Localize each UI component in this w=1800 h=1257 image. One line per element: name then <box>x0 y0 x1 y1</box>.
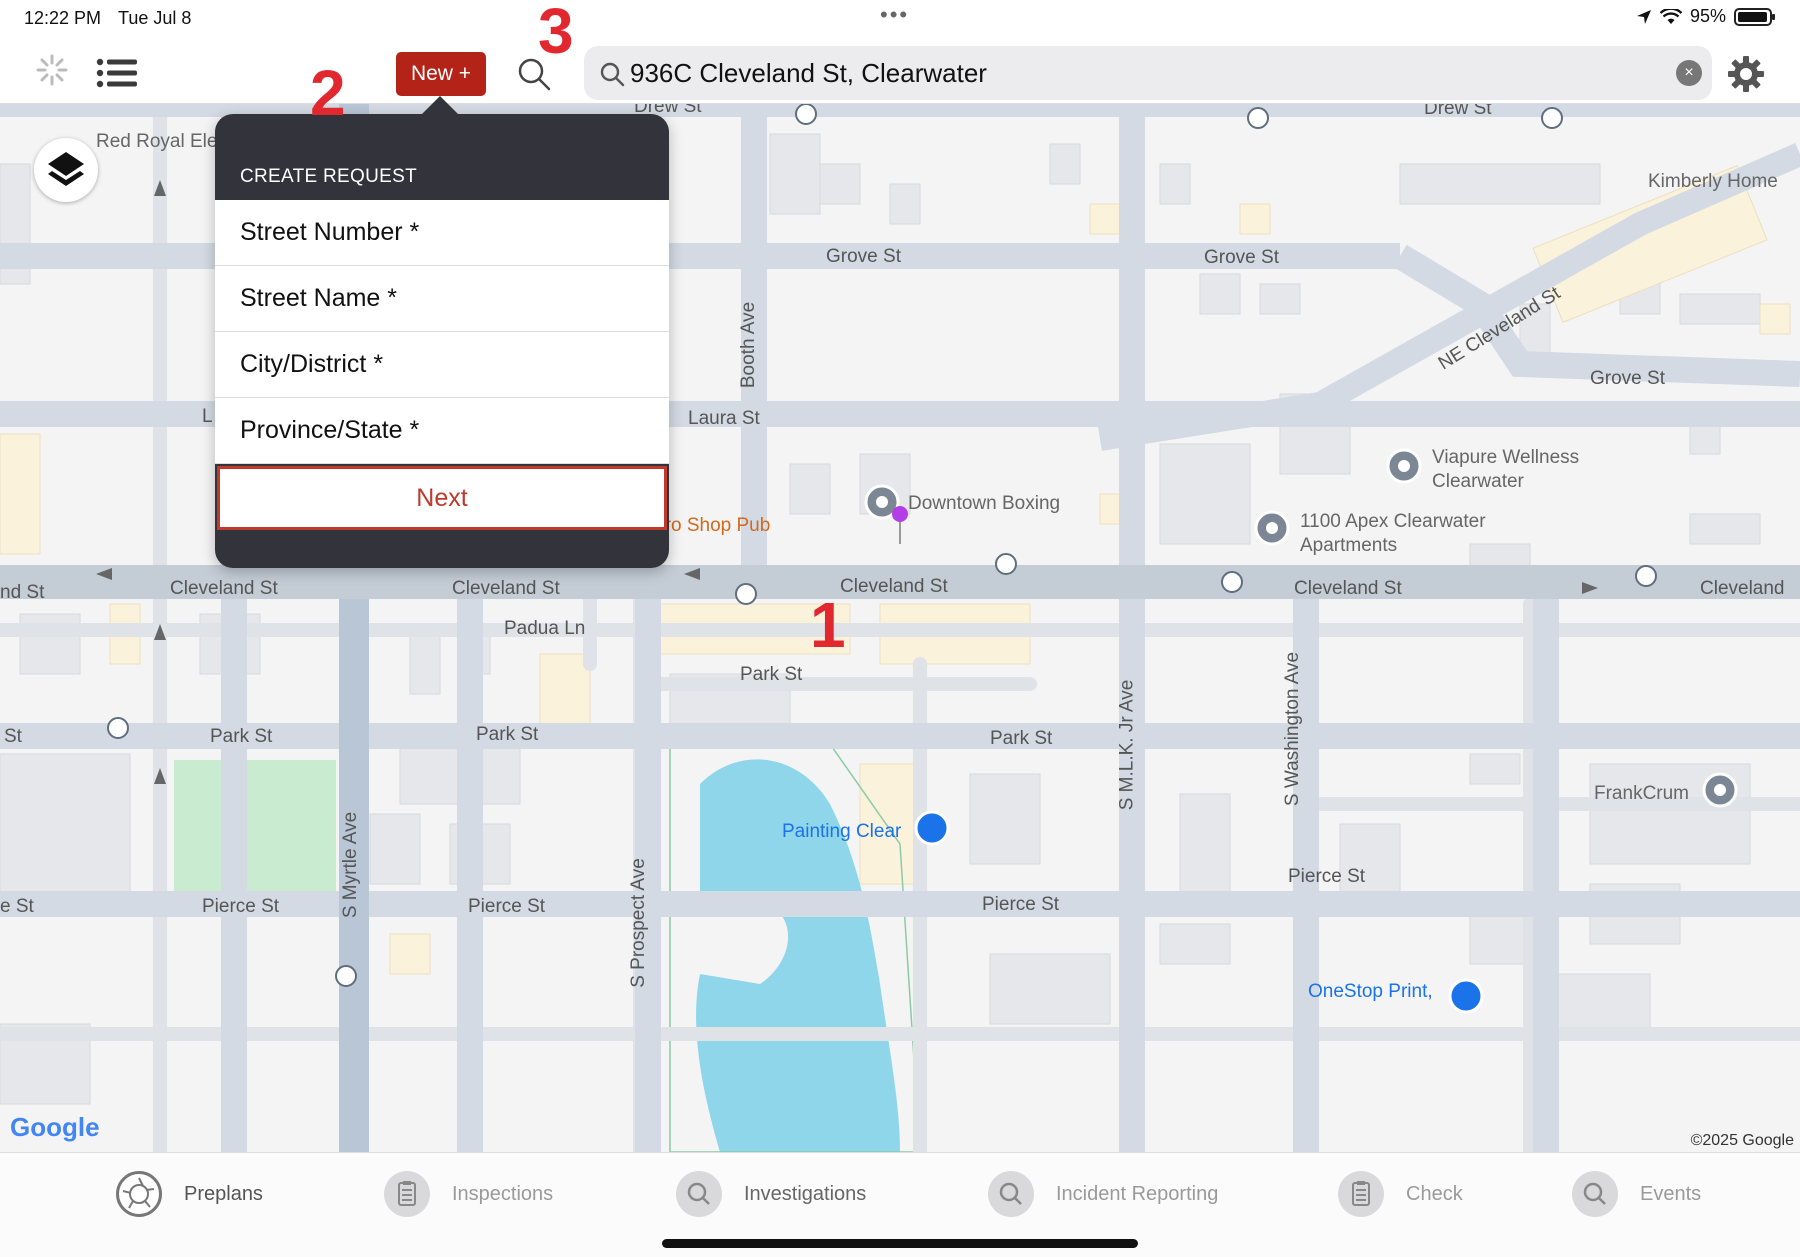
map-layers-button[interactable] <box>34 138 98 202</box>
tab-label: Check <box>1406 1182 1463 1205</box>
poi-label[interactable]: 1100 Apex Clearwater <box>1300 510 1486 534</box>
street-label: Grove St <box>1590 368 1665 389</box>
street-label: Drew St <box>1424 104 1492 119</box>
magnifier-icon <box>1572 1171 1618 1217</box>
street-label: S Myrtle Ave <box>340 811 362 919</box>
street-label: nd St <box>0 582 45 603</box>
street-label: Cleveland St <box>1294 578 1402 599</box>
street-label: S Washington Ave <box>1282 651 1304 807</box>
poi-label[interactable]: OneStop Print, <box>1308 980 1433 1004</box>
annotation-marker: 3 <box>538 0 574 67</box>
layers-icon <box>48 152 84 186</box>
street-name-field[interactable]: Street Name * <box>215 266 669 332</box>
street-number-field[interactable]: Street Number * <box>215 200 669 266</box>
status-indicators: 95% <box>1636 6 1775 27</box>
street-label: Park St <box>476 724 539 745</box>
address-search-input[interactable] <box>630 53 1630 93</box>
field-label: Province/State * <box>240 416 420 444</box>
create-request-popover: CREATE REQUEST Street Number * Street Na… <box>215 114 669 568</box>
magnifier-icon <box>676 1171 722 1217</box>
field-label: Street Name * <box>240 284 398 312</box>
field-label: Street Number * <box>240 218 420 246</box>
tab-investigations[interactable]: Investigations <box>676 1169 866 1219</box>
aperture-icon <box>116 1171 162 1217</box>
home-indicator[interactable] <box>662 1239 1138 1248</box>
poi-label[interactable]: Painting Clear <box>782 820 901 844</box>
street-label: Park St <box>210 726 273 747</box>
create-request-form: Street Number * Street Name * City/Distr… <box>215 200 669 464</box>
street-label: Pierce St <box>982 894 1060 915</box>
street-label: Cleveland St <box>840 576 948 597</box>
tab-preplans[interactable]: Preplans <box>116 1169 263 1219</box>
clipboard-icon <box>384 1171 430 1217</box>
poi-label[interactable]: Downtown Boxing <box>908 492 1060 516</box>
street-label: St <box>4 726 22 747</box>
popover-title: CREATE REQUEST <box>240 166 417 187</box>
battery-icon <box>1734 7 1775 26</box>
list-menu-icon[interactable] <box>96 58 138 88</box>
street-label: Cleveland St <box>170 578 278 599</box>
field-label: City/District * <box>240 350 384 378</box>
new-button[interactable]: New + <box>396 52 486 96</box>
street-label: L <box>202 406 213 427</box>
street-label: S M.L.K. Jr Ave <box>1116 679 1138 811</box>
multitasking-dots[interactable]: ••• <box>880 2 909 28</box>
battery-percent: 95% <box>1689 6 1726 26</box>
street-label: Padua Ln <box>504 618 586 639</box>
street-label: Laura St <box>688 408 760 429</box>
map-copyright: ©2025 Google <box>1690 1132 1794 1149</box>
magnifier-icon <box>988 1171 1034 1217</box>
next-button[interactable]: Next <box>217 466 667 530</box>
tab-label: Preplans <box>184 1182 263 1205</box>
tab-label: Events <box>1640 1182 1702 1205</box>
gear-icon[interactable] <box>1726 54 1766 94</box>
loading-spinner-icon <box>36 54 68 86</box>
tab-inspections[interactable]: Inspections <box>384 1169 553 1219</box>
tab-check[interactable]: Check <box>1338 1169 1463 1219</box>
street-label: e St <box>0 896 34 917</box>
poi-label[interactable]: FrankCrum <box>1594 782 1689 806</box>
status-bar: 12:22 PM Tue Jul 8 ••• 95% <box>0 0 1800 36</box>
annotation-marker: 2 <box>310 57 346 129</box>
tab-label: Investigations <box>744 1182 867 1205</box>
tab-events[interactable]: Events <box>1572 1169 1701 1219</box>
toolbar: New + × <box>0 36 1800 104</box>
tab-incident-reporting[interactable]: Incident Reporting <box>988 1169 1218 1219</box>
tab-label: Inspections <box>452 1182 554 1205</box>
poi-label[interactable]: Clearwater <box>1432 470 1524 494</box>
status-date: Tue Jul 8 <box>118 8 192 28</box>
poi-label[interactable]: Viapure Wellness <box>1432 446 1579 470</box>
poi-label[interactable]: Pro Shop Pub <box>652 514 770 538</box>
google-logo: Google <box>10 1112 100 1142</box>
address-search-bar[interactable]: × <box>584 46 1712 100</box>
annotation-marker: 1 <box>810 589 846 661</box>
clear-search-button[interactable]: × <box>1676 60 1702 86</box>
bottom-tab-bar: Preplans Inspections Investigations Inci… <box>0 1152 1800 1257</box>
street-label: Pierce St <box>468 896 546 917</box>
search-icon <box>600 62 625 87</box>
street-label: Booth Ave <box>738 301 760 389</box>
street-label: Park St <box>740 664 803 685</box>
poi-label[interactable]: Apartments <box>1300 534 1397 558</box>
province-state-field[interactable]: Province/State * <box>215 398 669 464</box>
poi-label[interactable]: Red Royal Ele <box>96 130 217 154</box>
street-label: Park St <box>990 728 1053 749</box>
poi-label[interactable]: Kimberly Home <box>1648 170 1778 194</box>
city-district-field[interactable]: City/District * <box>215 332 669 398</box>
street-label: Cleveland <box>1700 578 1785 599</box>
street-label: Pierce St <box>202 896 280 917</box>
location-arrow-icon <box>1636 9 1651 24</box>
street-label: Cleveland St <box>452 578 560 599</box>
status-time: 12:22 PM <box>24 8 102 28</box>
street-label: S Prospect Ave <box>627 858 649 988</box>
clipboard-icon <box>1338 1171 1384 1217</box>
popover-arrow <box>420 96 460 116</box>
street-label: Grove St <box>826 246 901 267</box>
wifi-icon <box>1659 8 1682 24</box>
street-label: Grove St <box>1204 247 1279 268</box>
street-label: Pierce St <box>1288 866 1366 887</box>
tab-label: Incident Reporting <box>1056 1182 1219 1205</box>
